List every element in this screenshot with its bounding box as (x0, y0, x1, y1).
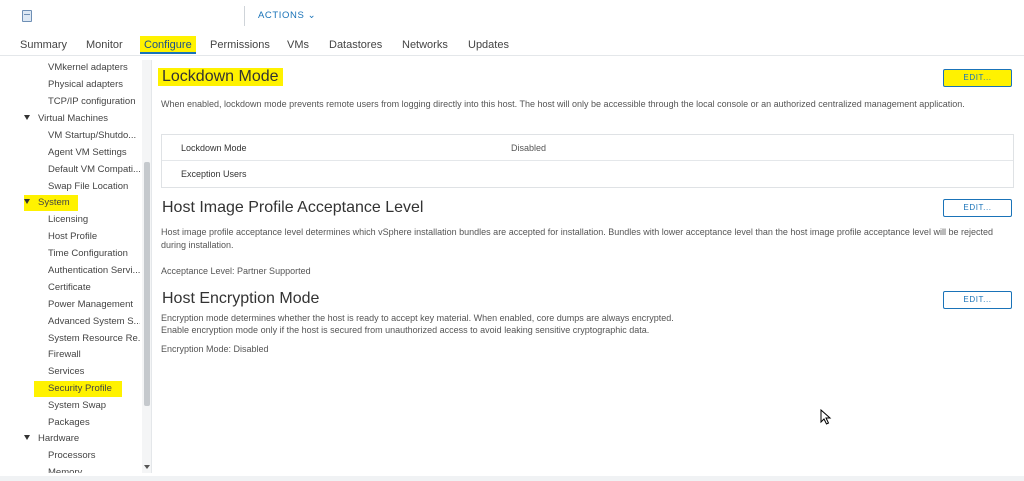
nav-item-power-management[interactable]: Power Management (48, 297, 140, 313)
nav-item-authentication-services[interactable]: Authentication Servi... (48, 263, 140, 279)
encryption-description-1: Encryption mode determines whether the h… (161, 313, 674, 323)
configure-nav-tree: VMkernel adapters Physical adapters TCP/… (0, 60, 152, 473)
nav-scrollbar-thumb[interactable] (144, 162, 150, 406)
tab-configure[interactable]: Configure (140, 36, 196, 54)
acceptance-description: Host image profile acceptance level dete… (161, 227, 993, 250)
nav-item-certificate[interactable]: Certificate (48, 280, 140, 296)
nav-item-services[interactable]: Services (48, 364, 140, 380)
caret-down-icon (24, 199, 30, 204)
lockdown-settings-table: Lockdown Mode Disabled Exception Users (161, 134, 1014, 188)
lockdown-mode-title: Lockdown Mode (158, 68, 283, 86)
scroll-down-arrow-icon[interactable] (144, 465, 150, 469)
encryption-description-2: Enable encryption mode only if the host … (161, 325, 650, 335)
nav-group-hardware[interactable]: Hardware (24, 431, 140, 447)
table-row: Exception Users (162, 161, 1013, 187)
tab-bar: Summary Monitor Configure Permissions VM… (0, 36, 1024, 56)
actions-menu-button[interactable]: ACTIONS ⌄ (258, 10, 316, 21)
acceptance-level-title: Host Image Profile Acceptance Level (162, 199, 424, 216)
lockdown-mode-value: Disabled (511, 143, 547, 153)
encryption-mode-title: Host Encryption Mode (162, 290, 320, 307)
lockdown-mode-label: Lockdown Mode (181, 143, 247, 153)
tab-monitor[interactable]: Monitor (86, 36, 123, 54)
nav-item-security-profile[interactable]: Security Profile (34, 381, 122, 397)
host-icon (22, 10, 32, 22)
nav-item-swap-file-location[interactable]: Swap File Location (48, 179, 140, 195)
exception-users-label: Exception Users (181, 169, 247, 179)
nav-item-physical-adapters[interactable]: Physical adapters (48, 77, 140, 93)
nav-item-host-profile[interactable]: Host Profile (48, 229, 140, 245)
tab-datastores[interactable]: Datastores (329, 36, 382, 54)
caret-down-icon (24, 115, 30, 120)
tab-vms[interactable]: VMs (287, 36, 309, 54)
mouse-pointer-icon (820, 409, 832, 425)
nav-item-vm-startup-shutdown[interactable]: VM Startup/Shutdo... (48, 128, 140, 144)
encryption-mode-value: Encryption Mode: Disabled (161, 344, 269, 354)
host-name (40, 9, 240, 23)
tab-networks[interactable]: Networks (402, 36, 448, 54)
nav-item-time-configuration[interactable]: Time Configuration (48, 246, 140, 262)
bottom-panel-edge (0, 476, 1024, 481)
table-row: Lockdown Mode Disabled (162, 135, 1013, 161)
nav-item-advanced-system-settings[interactable]: Advanced System S... (48, 314, 140, 330)
lockdown-edit-button[interactable]: EDIT... (943, 69, 1012, 87)
object-header: ACTIONS ⌄ (0, 0, 1024, 36)
tab-permissions[interactable]: Permissions (210, 36, 270, 54)
nav-scrollbar[interactable] (142, 60, 151, 473)
nav-item-vmkernel-adapters[interactable]: VMkernel adapters (48, 60, 140, 76)
acceptance-edit-button[interactable]: EDIT... (943, 199, 1012, 217)
caret-down-icon (24, 435, 30, 440)
nav-item-agent-vm-settings[interactable]: Agent VM Settings (48, 145, 140, 161)
nav-item-system-resource-reservation[interactable]: System Resource Re... (48, 331, 140, 347)
nav-group-virtual-machines[interactable]: Virtual Machines (24, 111, 140, 127)
tab-summary[interactable]: Summary (20, 36, 67, 54)
nav-item-memory[interactable]: Memory (48, 465, 140, 473)
nav-group-system[interactable]: System (24, 195, 78, 211)
nav-item-processors[interactable]: Processors (48, 448, 140, 464)
nav-item-firewall[interactable]: Firewall (48, 347, 140, 363)
nav-item-packages[interactable]: Packages (48, 415, 140, 431)
acceptance-level-value: Acceptance Level: Partner Supported (161, 266, 311, 276)
header-divider (244, 6, 245, 26)
nav-item-tcpip-configuration[interactable]: TCP/IP configuration (48, 94, 140, 110)
nav-item-licensing[interactable]: Licensing (48, 212, 140, 228)
nav-item-system-swap[interactable]: System Swap (48, 398, 140, 414)
tab-updates[interactable]: Updates (468, 36, 509, 54)
lockdown-description: When enabled, lockdown mode prevents rem… (161, 99, 965, 109)
encryption-edit-button[interactable]: EDIT... (943, 291, 1012, 309)
nav-item-default-vm-compatibility[interactable]: Default VM Compati... (48, 162, 140, 178)
